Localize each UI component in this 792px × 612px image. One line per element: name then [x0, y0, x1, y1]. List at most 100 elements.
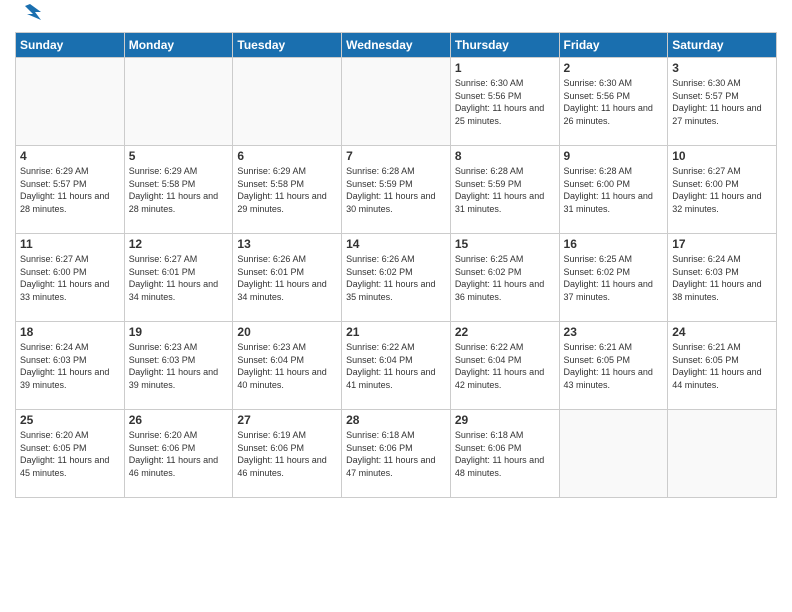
day-info: Sunrise: 6:20 AM Sunset: 6:06 PM Dayligh…: [129, 429, 229, 479]
day-info: Sunrise: 6:28 AM Sunset: 5:59 PM Dayligh…: [346, 165, 446, 215]
day-info: Sunrise: 6:21 AM Sunset: 6:05 PM Dayligh…: [564, 341, 664, 391]
calendar-cell: 5 Sunrise: 6:29 AM Sunset: 5:58 PM Daylig…: [124, 146, 233, 234]
calendar-cell: 19 Sunrise: 6:23 AM Sunset: 6:03 PM Dayli…: [124, 322, 233, 410]
page: SundayMondayTuesdayWednesdayThursdayFrid…: [0, 0, 792, 612]
calendar-cell: 25 Sunrise: 6:20 AM Sunset: 6:05 PM Dayli…: [16, 410, 125, 498]
day-info: Sunrise: 6:23 AM Sunset: 6:03 PM Dayligh…: [129, 341, 229, 391]
col-header-saturday: Saturday: [668, 33, 777, 58]
calendar-cell: 6 Sunrise: 6:29 AM Sunset: 5:58 PM Daylig…: [233, 146, 342, 234]
day-number: 18: [20, 325, 120, 339]
calendar-cell: 24 Sunrise: 6:21 AM Sunset: 6:05 PM Dayli…: [668, 322, 777, 410]
calendar-cell: 23 Sunrise: 6:21 AM Sunset: 6:05 PM Dayli…: [559, 322, 668, 410]
calendar-cell: 14 Sunrise: 6:26 AM Sunset: 6:02 PM Dayli…: [342, 234, 451, 322]
day-info: Sunrise: 6:28 AM Sunset: 6:00 PM Dayligh…: [564, 165, 664, 215]
calendar-cell: 26Sunrise: 6:20 AM Sunset: 6:06 PM Dayli…: [124, 410, 233, 498]
calendar-cell: 17 Sunrise: 6:24 AM Sunset: 6:03 PM Dayli…: [668, 234, 777, 322]
day-number: 5: [129, 149, 229, 163]
calendar-cell: [124, 58, 233, 146]
day-number: 28: [346, 413, 446, 427]
day-info: Sunrise: 6:24 AM Sunset: 6:03 PM Dayligh…: [672, 253, 772, 303]
day-number: 21: [346, 325, 446, 339]
day-number: 22: [455, 325, 555, 339]
day-info: Sunrise: 6:20 AM Sunset: 6:05 PM Dayligh…: [20, 429, 120, 479]
calendar-cell: 15 Sunrise: 6:25 AM Sunset: 6:02 PM Dayli…: [450, 234, 559, 322]
header: [15, 10, 777, 24]
col-header-wednesday: Wednesday: [342, 33, 451, 58]
calendar-cell: 13 Sunrise: 6:26 AM Sunset: 6:01 PM Dayli…: [233, 234, 342, 322]
day-info: Sunrise: 6:27 AM Sunset: 6:00 PM Dayligh…: [672, 165, 772, 215]
calendar-cell: 2 Sunrise: 6:30 AM Sunset: 5:56 PM Daylig…: [559, 58, 668, 146]
col-header-tuesday: Tuesday: [233, 33, 342, 58]
day-info: Sunrise: 6:23 AM Sunset: 6:04 PM Dayligh…: [237, 341, 337, 391]
col-header-monday: Monday: [124, 33, 233, 58]
calendar-cell: 3 Sunrise: 6:30 AM Sunset: 5:57 PM Daylig…: [668, 58, 777, 146]
calendar: SundayMondayTuesdayWednesdayThursdayFrid…: [15, 32, 777, 498]
day-info: Sunrise: 6:29 AM Sunset: 5:58 PM Dayligh…: [129, 165, 229, 215]
day-number: 4: [20, 149, 120, 163]
logo-bird-icon: [19, 2, 41, 24]
calendar-cell: 9 Sunrise: 6:28 AM Sunset: 6:00 PM Daylig…: [559, 146, 668, 234]
day-number: 7: [346, 149, 446, 163]
calendar-cell: 12 Sunrise: 6:27 AM Sunset: 6:01 PM Dayli…: [124, 234, 233, 322]
day-info: Sunrise: 6:18 AM Sunset: 6:06 PM Dayligh…: [346, 429, 446, 479]
day-info: Sunrise: 6:21 AM Sunset: 6:05 PM Dayligh…: [672, 341, 772, 391]
calendar-cell: 27Sunrise: 6:19 AM Sunset: 6:06 PM Dayli…: [233, 410, 342, 498]
week-row-5: 25 Sunrise: 6:20 AM Sunset: 6:05 PM Dayli…: [16, 410, 777, 498]
day-number: 12: [129, 237, 229, 251]
day-number: 11: [20, 237, 120, 251]
day-number: 13: [237, 237, 337, 251]
col-header-thursday: Thursday: [450, 33, 559, 58]
week-row-1: 1 Sunrise: 6:30 AM Sunset: 5:56 PM Daylig…: [16, 58, 777, 146]
calendar-cell: 16 Sunrise: 6:25 AM Sunset: 6:02 PM Dayli…: [559, 234, 668, 322]
day-info: Sunrise: 6:18 AM Sunset: 6:06 PM Dayligh…: [455, 429, 555, 479]
calendar-cell: 28 Sunrise: 6:18 AM Sunset: 6:06 PM Dayli…: [342, 410, 451, 498]
day-number: 10: [672, 149, 772, 163]
day-number: 23: [564, 325, 664, 339]
day-number: 24: [672, 325, 772, 339]
day-number: 19: [129, 325, 229, 339]
calendar-cell: 7 Sunrise: 6:28 AM Sunset: 5:59 PM Daylig…: [342, 146, 451, 234]
calendar-cell: 8Sunrise: 6:28 AM Sunset: 5:59 PM Daylig…: [450, 146, 559, 234]
day-info: Sunrise: 6:25 AM Sunset: 6:02 PM Dayligh…: [564, 253, 664, 303]
calendar-cell: 4 Sunrise: 6:29 AM Sunset: 5:57 PM Daylig…: [16, 146, 125, 234]
day-info: Sunrise: 6:27 AM Sunset: 6:01 PM Dayligh…: [129, 253, 229, 303]
calendar-header-row: SundayMondayTuesdayWednesdayThursdayFrid…: [16, 33, 777, 58]
day-info: Sunrise: 6:30 AM Sunset: 5:56 PM Dayligh…: [564, 77, 664, 127]
day-number: 17: [672, 237, 772, 251]
calendar-cell: [233, 58, 342, 146]
logo: [15, 10, 41, 24]
day-number: 6: [237, 149, 337, 163]
calendar-cell: [342, 58, 451, 146]
col-header-friday: Friday: [559, 33, 668, 58]
calendar-cell: 10 Sunrise: 6:27 AM Sunset: 6:00 PM Dayli…: [668, 146, 777, 234]
day-number: 2: [564, 61, 664, 75]
calendar-cell: 1 Sunrise: 6:30 AM Sunset: 5:56 PM Daylig…: [450, 58, 559, 146]
day-info: Sunrise: 6:27 AM Sunset: 6:00 PM Dayligh…: [20, 253, 120, 303]
col-header-sunday: Sunday: [16, 33, 125, 58]
calendar-cell: 22Sunrise: 6:22 AM Sunset: 6:04 PM Dayli…: [450, 322, 559, 410]
day-number: 29: [455, 413, 555, 427]
day-number: 1: [455, 61, 555, 75]
week-row-3: 11 Sunrise: 6:27 AM Sunset: 6:00 PM Dayli…: [16, 234, 777, 322]
day-number: 14: [346, 237, 446, 251]
day-info: Sunrise: 6:30 AM Sunset: 5:57 PM Dayligh…: [672, 77, 772, 127]
calendar-cell: 20Sunrise: 6:23 AM Sunset: 6:04 PM Dayli…: [233, 322, 342, 410]
calendar-cell: 11 Sunrise: 6:27 AM Sunset: 6:00 PM Dayli…: [16, 234, 125, 322]
day-info: Sunrise: 6:28 AM Sunset: 5:59 PM Dayligh…: [455, 165, 555, 215]
calendar-cell: 21Sunrise: 6:22 AM Sunset: 6:04 PM Dayli…: [342, 322, 451, 410]
calendar-cell: [668, 410, 777, 498]
day-number: 9: [564, 149, 664, 163]
calendar-cell: [559, 410, 668, 498]
day-info: Sunrise: 6:29 AM Sunset: 5:57 PM Dayligh…: [20, 165, 120, 215]
day-info: Sunrise: 6:26 AM Sunset: 6:02 PM Dayligh…: [346, 253, 446, 303]
day-number: 25: [20, 413, 120, 427]
week-row-2: 4 Sunrise: 6:29 AM Sunset: 5:57 PM Daylig…: [16, 146, 777, 234]
day-number: 16: [564, 237, 664, 251]
day-info: Sunrise: 6:26 AM Sunset: 6:01 PM Dayligh…: [237, 253, 337, 303]
day-number: 3: [672, 61, 772, 75]
day-info: Sunrise: 6:30 AM Sunset: 5:56 PM Dayligh…: [455, 77, 555, 127]
day-info: Sunrise: 6:29 AM Sunset: 5:58 PM Dayligh…: [237, 165, 337, 215]
day-info: Sunrise: 6:25 AM Sunset: 6:02 PM Dayligh…: [455, 253, 555, 303]
day-number: 15: [455, 237, 555, 251]
calendar-cell: [16, 58, 125, 146]
